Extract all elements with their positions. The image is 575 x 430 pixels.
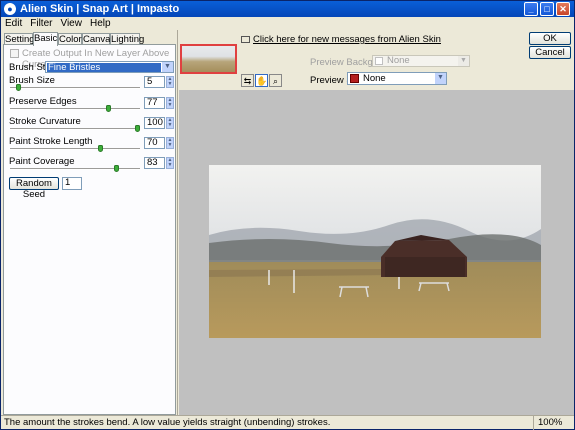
zoom-magnifier-icon[interactable]: ⌕ (269, 74, 282, 87)
basic-panel: Create Output In New Layer Above Current… (3, 44, 176, 415)
chevron-down-icon: ▼ (458, 56, 469, 66)
preserve-edges-slider-thumb[interactable] (106, 105, 112, 112)
hand-pan-icon[interactable]: ✋ (255, 74, 268, 87)
brush-style-select[interactable]: Fine Bristles ▼ (45, 61, 174, 73)
brush-size-slider-thumb[interactable] (16, 84, 22, 91)
envelope-icon (241, 35, 250, 43)
settings-pane: Settings Basic Colors Canvas Lighting Cr… (1, 30, 178, 415)
stroke-curvature-spinner[interactable]: ▲ ▼ (166, 117, 174, 129)
preserve-edges-slider[interactable] (10, 108, 140, 110)
messages-link[interactable]: Click here for new messages from Alien S… (241, 34, 441, 45)
background-swatch-icon (375, 57, 383, 65)
brush-size-slider[interactable] (10, 87, 140, 89)
navigator-thumbnail[interactable] (180, 44, 237, 74)
tab-basic[interactable]: Basic (33, 32, 58, 46)
preview-image[interactable] (209, 165, 541, 338)
window-title: Alien Skin | Snap Art | Impasto (20, 3, 180, 15)
paint-coverage-field[interactable]: 83 (144, 157, 165, 169)
close-icon[interactable]: ✕ (556, 2, 570, 16)
paint-stroke-length-field[interactable]: 70 (144, 137, 165, 149)
random-seed-button[interactable]: Random Seed (9, 177, 59, 200)
menu-bar: Edit Filter View Help (1, 17, 574, 30)
brush-size-spinner[interactable]: ▲ ▼ (166, 76, 174, 88)
status-bar: The amount the strokes bend. A low value… (1, 415, 574, 430)
app-window: ● Alien Skin | Snap Art | Impasto _ □ ✕ … (0, 0, 575, 430)
paint-stroke-length-spinner[interactable]: ▲ ▼ (166, 137, 174, 149)
preview-toolbar: Click here for new messages from Alien S… (179, 30, 574, 90)
ok-button[interactable]: OK (529, 32, 571, 45)
preserve-edges-label: Preserve Edges (9, 96, 77, 107)
paint-coverage-label: Paint Coverage (9, 156, 75, 167)
menu-filter[interactable]: Filter (26, 17, 56, 30)
stroke-curvature-label: Stroke Curvature (9, 116, 81, 127)
preserve-edges-spinner[interactable]: ▲ ▼ (166, 97, 174, 109)
maximize-icon[interactable]: □ (540, 2, 554, 16)
stroke-curvature-field[interactable]: 100 (144, 117, 165, 129)
paint-stroke-length-slider-thumb[interactable] (97, 145, 103, 152)
compare-icon[interactable]: ⇆ (241, 74, 254, 87)
preserve-edges-field[interactable]: 77 (144, 97, 165, 109)
menu-help[interactable]: Help (86, 17, 115, 30)
brush-style-value: Fine Bristles (47, 63, 161, 72)
preview-background-value: None (387, 55, 410, 66)
stroke-curvature-slider[interactable] (10, 128, 140, 130)
paint-coverage-slider[interactable] (10, 168, 140, 170)
chevron-down-icon[interactable]: ▼ (162, 62, 173, 72)
chevron-down-icon[interactable]: ▼ (435, 73, 446, 84)
paint-coverage-spinner[interactable]: ▲ ▼ (166, 157, 174, 169)
paint-stroke-length-slider[interactable] (10, 148, 140, 150)
preview-background-select: None ▼ (372, 55, 470, 67)
status-text: The amount the strokes bend. A low value… (4, 417, 331, 428)
create-output-checkbox[interactable] (10, 49, 19, 58)
menu-edit[interactable]: Edit (1, 17, 26, 30)
paint-coverage-slider-thumb[interactable] (113, 165, 119, 172)
messages-link-text[interactable]: Click here for new messages from Alien S… (253, 34, 441, 45)
zoom-level: 100% (533, 416, 574, 430)
brush-size-field[interactable]: 5 (144, 76, 165, 88)
alien-skin-logo-icon: ● (4, 3, 16, 15)
minimize-icon[interactable]: _ (524, 2, 538, 16)
title-bar: ● Alien Skin | Snap Art | Impasto _ □ ✕ (1, 1, 574, 17)
preview-split-select[interactable]: None ▼ (347, 72, 447, 85)
preview-pane: Click here for new messages from Alien S… (179, 30, 574, 415)
split-color-swatch (350, 74, 359, 83)
random-seed-field[interactable]: 1 (62, 177, 82, 190)
cancel-button[interactable]: Cancel (529, 46, 571, 59)
paint-stroke-length-label: Paint Stroke Length (9, 136, 93, 147)
preview-split-value: None (363, 73, 386, 84)
menu-view[interactable]: View (56, 17, 86, 30)
stroke-curvature-slider-thumb[interactable] (135, 125, 140, 132)
